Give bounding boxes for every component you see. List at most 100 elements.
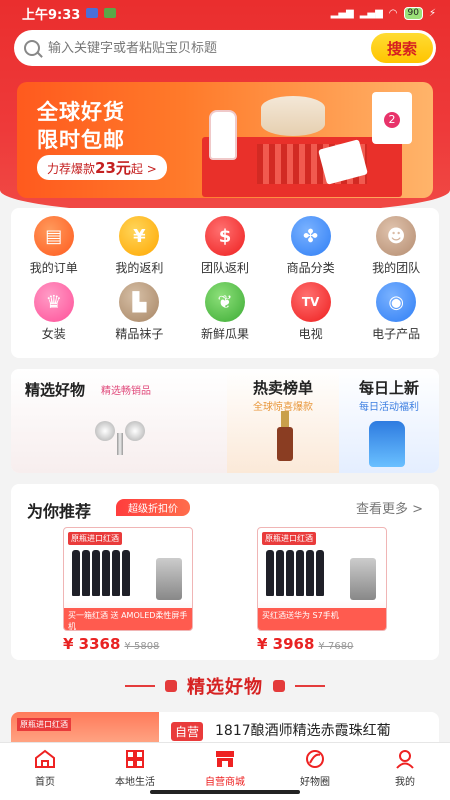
socks-icon: ▙ — [119, 282, 160, 322]
featured-daily-new[interactable]: 每日上新 每日活动福利 — [339, 369, 439, 473]
tab-label: 首页 — [35, 777, 55, 788]
category-grid: ▤ 我的订单 ¥ 我的返利 $ 团队返利 ✤ 商品分类 ☻ 我的团队 ♛ 女装 ▙ 精品袜子 … — [11, 208, 439, 348]
category-tv[interactable]: TV 电视 — [268, 282, 354, 348]
section-title: 精选好物 — [0, 671, 450, 701]
featured-right-title: 每日上新 — [358, 379, 419, 397]
baby-bottle-image — [209, 110, 237, 160]
featured-card: 精选好物 精选畅销品 热卖榜单 全球惊喜爆款 每日上新 每日活动福利 — [11, 369, 439, 473]
rebate-icon: ¥ — [119, 216, 160, 256]
search-button[interactable]: 搜索 — [371, 33, 433, 63]
phone-image — [156, 558, 182, 600]
list-item-name: 1817酿酒师精选赤霞珠红葡 — [215, 723, 391, 739]
featured-hot-list[interactable]: 热卖榜单 全球惊喜爆款 — [227, 369, 339, 473]
category-women-clothes[interactable]: ♛ 女装 — [11, 282, 97, 348]
app-notification-icon — [104, 8, 117, 18]
category-my-rebate[interactable]: ¥ 我的返利 — [97, 216, 183, 282]
category-my-orders[interactable]: ▤ 我的订单 — [11, 216, 97, 282]
local-life-icon — [123, 748, 147, 770]
tab-home[interactable]: 首页 — [0, 743, 90, 800]
banner-title-2: 限时包邮 — [37, 128, 125, 152]
tab-label: 好物圈 — [300, 777, 330, 788]
notification-icon — [86, 8, 99, 18]
circle-icon — [303, 748, 327, 770]
category-label: 我的返利 — [115, 261, 164, 275]
product-promo-text: 买一箱红酒 送 AMOLED柔性屏手机 — [64, 608, 192, 630]
pill-prefix: 力荐爆款 — [47, 162, 96, 176]
category-label: 电视 — [298, 327, 323, 341]
title-line-left — [125, 685, 155, 687]
search-icon — [24, 40, 40, 56]
status-right: ▂▄▆ ▂▄▆ ◠ 90 ⚡ — [330, 6, 436, 20]
search-bar[interactable]: 搜索 — [14, 30, 436, 66]
recommend-card: 为你推荐 超级折扣价 查看更多 > 原瓶进口红酒 买一箱红酒 送 AMOLED柔… — [11, 484, 439, 660]
featured-right-sub: 每日活动福利 — [359, 402, 419, 413]
pill-suffix: 起 > — [130, 162, 157, 176]
product-image: 原瓶进口红酒 买红酒送华为 S7手机 — [257, 527, 387, 631]
category-label: 团队返利 — [200, 261, 249, 275]
category-label: 精品袜子 — [115, 327, 164, 341]
profile-icon — [393, 748, 417, 770]
cushion-compact-image — [261, 96, 325, 136]
wifi-icon: ◠ — [388, 7, 398, 19]
category-product-categories[interactable]: ✤ 商品分类 — [268, 216, 354, 282]
category-electronics[interactable]: ◉ 电子产品 — [353, 282, 439, 348]
fruit-icon: ❦ — [204, 282, 245, 322]
team-rebate-icon: $ — [204, 216, 245, 256]
face-roller-image — [91, 419, 151, 457]
view-more-link[interactable]: 查看更多 > — [356, 498, 423, 517]
title-ornament-left — [165, 680, 177, 692]
category-label: 我的订单 — [29, 261, 78, 275]
featured-left-sub: 精选畅销品 — [101, 386, 151, 397]
product-card[interactable]: 原瓶进口红酒 买红酒送华为 S7手机 ¥ 3968 ¥ 7680 — [257, 527, 387, 653]
promo-banner[interactable]: 全球好货 限时包邮 力荐爆款23元起 > — [17, 82, 433, 198]
banner-pill[interactable]: 力荐爆款23元起 > — [37, 155, 167, 180]
order-icon: ▤ — [33, 216, 74, 256]
title-ornament-right — [273, 680, 285, 692]
pill-amount: 23元 — [95, 159, 131, 177]
tab-label: 本地生活 — [115, 777, 155, 788]
price-value: ¥ 3368 — [63, 635, 121, 653]
home-indicator — [150, 790, 300, 794]
recommend-tag: 超级折扣价 — [116, 499, 190, 516]
featured-left-title: 精选好物 — [25, 381, 86, 399]
category-label: 新鲜瓜果 — [200, 327, 249, 341]
tab-profile[interactable]: 我的 — [360, 743, 450, 800]
signal-icon-2: ▂▄▆ — [359, 7, 383, 19]
category-label: 商品分类 — [286, 261, 335, 275]
category-label: 我的团队 — [372, 261, 421, 275]
formula-can-image — [372, 92, 412, 144]
thumb-badge: 原瓶进口红酒 — [17, 718, 71, 731]
store-icon — [213, 748, 237, 770]
signal-icon: ▂▄▆ — [330, 7, 354, 19]
category-grid-card: ▤ 我的订单 ¥ 我的返利 $ 团队返利 ✤ 商品分类 ☻ 我的团队 ♛ 女装 ▙ 精品袜子 … — [11, 208, 439, 358]
charging-icon: ⚡ — [428, 7, 436, 19]
serum-bottle-image — [277, 411, 293, 461]
recommend-title: 为你推荐 — [27, 502, 92, 521]
product-image: 原瓶进口红酒 买一箱红酒 送 AMOLED柔性屏手机 — [63, 527, 193, 631]
category-my-team[interactable]: ☻ 我的团队 — [353, 216, 439, 282]
phone-image — [350, 558, 376, 600]
tab-label: 我的 — [395, 777, 415, 788]
category-fruit[interactable]: ❦ 新鲜瓜果 — [182, 282, 268, 348]
original-price: ¥ 5808 — [124, 641, 160, 652]
detergent-image — [369, 421, 405, 467]
product-card[interactable]: 原瓶进口红酒 买一箱红酒 送 AMOLED柔性屏手机 ¥ 3368 ¥ 5808 — [63, 527, 193, 653]
banner-title-1: 全球好货 — [37, 100, 125, 124]
product-promo-text: 买红酒送华为 S7手机 — [258, 608, 386, 630]
product-badge: 原瓶进口红酒 — [262, 532, 316, 545]
category-team-rebate[interactable]: $ 团队返利 — [182, 216, 268, 282]
status-time: 上午9:33 — [22, 7, 81, 23]
battery-icon: 90 — [403, 6, 423, 20]
category-icon: ✤ — [290, 216, 331, 256]
product-price: ¥ 3968 ¥ 7680 — [257, 635, 387, 653]
category-socks[interactable]: ▙ 精品袜子 — [97, 282, 183, 348]
women-clothes-icon: ♛ — [33, 282, 74, 322]
gamepad-icon: ◉ — [376, 282, 417, 322]
search-input[interactable] — [48, 40, 371, 56]
price-value: ¥ 3968 — [257, 635, 315, 653]
home-icon — [33, 748, 57, 770]
original-price: ¥ 7680 — [318, 641, 354, 652]
category-label: 女装 — [41, 327, 66, 341]
tv-icon: TV — [290, 282, 331, 322]
featured-selected-goods[interactable]: 精选好物 精选畅销品 — [11, 369, 227, 473]
